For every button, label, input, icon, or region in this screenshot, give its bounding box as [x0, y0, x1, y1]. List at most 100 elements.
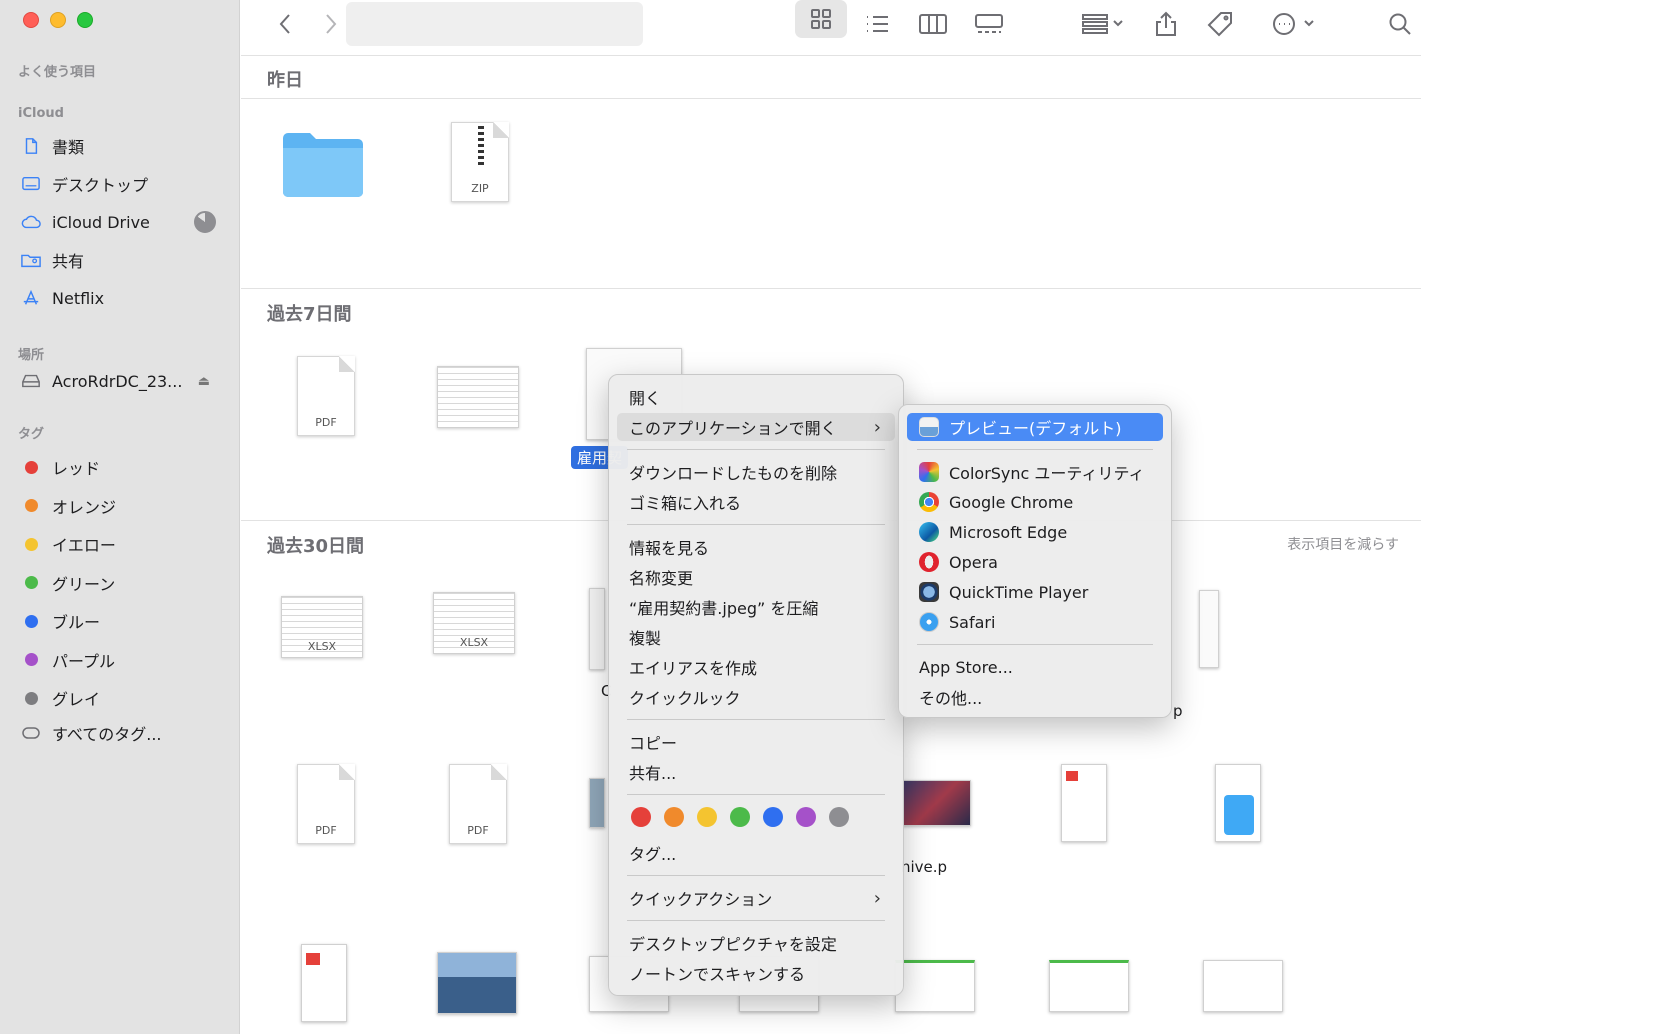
partial-thumbnail[interactable] [589, 588, 605, 670]
chrome-app-icon [919, 492, 939, 512]
submenu-item-colorsync[interactable]: ColorSync ユーティリティ [907, 458, 1163, 486]
submenu-item-opera[interactable]: Opera [907, 548, 1163, 576]
xlsx-thumbnail: XLSX [281, 596, 363, 658]
tag-color-swatch[interactable] [829, 807, 849, 827]
sidebar-item-tag[interactable]: グレイ [18, 683, 228, 713]
menu-item-quick-look[interactable]: クイックルック [617, 683, 895, 711]
sidebar-item-tag[interactable]: オレンジ [18, 491, 228, 521]
sidebar-item-netflix[interactable]: Netflix [18, 283, 228, 313]
menu-item-tags[interactable]: タグ... [617, 839, 895, 867]
tag-button[interactable] [1205, 8, 1235, 40]
partial-image-thumbnail[interactable] [589, 778, 605, 828]
sidebar-item-icloud-drive[interactable]: iCloud Drive [18, 207, 228, 237]
menu-item-move-to-trash[interactable]: ゴミ箱に入れる [617, 488, 895, 516]
close-window-button[interactable] [23, 12, 39, 28]
chevron-right-icon: › [873, 416, 881, 438]
sidebar: よく使う項目 iCloud 書類 デスクトップ iCloud Drive 共有 … [0, 0, 240, 1034]
context-menu: 開く このアプリケーションで開く › ダウンロードしたものを削除 ゴミ箱に入れる… [608, 374, 904, 996]
pdf-file-item[interactable]: PDF [291, 764, 361, 850]
sidebar-item-tag[interactable]: レッド [18, 452, 228, 482]
eject-icon[interactable]: ⏏ [198, 374, 210, 389]
submenu-item-quicktime[interactable]: QuickTime Player [907, 578, 1163, 606]
icon-view-button[interactable] [795, 0, 847, 38]
document-thumbnail[interactable] [1203, 960, 1283, 1012]
open-with-submenu: プレビュー(デフォルト) ColorSync ユーティリティ Google Ch… [898, 404, 1172, 718]
menu-item-label: このアプリケーションで開く [629, 419, 837, 438]
spreadsheet-thumbnail[interactable] [895, 960, 975, 1012]
submenu-item-edge[interactable]: Microsoft Edge [907, 518, 1163, 546]
submenu-item-preview[interactable]: プレビュー(デフォルト) [907, 413, 1163, 441]
tag-color-swatch[interactable] [763, 807, 783, 827]
search-button[interactable] [1385, 8, 1415, 40]
menu-item-open[interactable]: 開く [617, 383, 895, 411]
sidebar-item-desktop[interactable]: デスクトップ [18, 169, 228, 199]
sidebar-item-tag[interactable]: パープル [18, 645, 228, 675]
menu-item-label: Microsoft Edge [949, 522, 1068, 542]
group-grid-icon [1082, 14, 1123, 34]
menu-item-label: Safari [949, 612, 996, 632]
forward-button[interactable] [317, 8, 345, 40]
sidebar-item-tag[interactable]: イエロー [18, 529, 228, 559]
spreadsheet-thumbnail[interactable] [1049, 960, 1129, 1012]
tag-color-dot-icon [18, 496, 44, 516]
menu-item-make-alias[interactable]: エイリアスを作成 [617, 653, 895, 681]
minimize-window-button[interactable] [50, 12, 66, 28]
document-thumbnail[interactable] [1061, 764, 1107, 842]
menu-item-copy[interactable]: コピー [617, 728, 895, 756]
menu-item-duplicate[interactable]: 複製 [617, 623, 895, 651]
zip-file-item[interactable]: ZIP [445, 122, 515, 208]
more-actions-button[interactable] [1269, 8, 1321, 40]
document-thumbnail[interactable] [301, 944, 347, 1022]
tag-color-swatch[interactable] [697, 807, 717, 827]
sidebar-item-label: 共有 [52, 252, 85, 271]
submenu-item-safari[interactable]: Safari [907, 608, 1163, 636]
tag-color-swatch[interactable] [796, 807, 816, 827]
gallery-view-button[interactable] [971, 8, 1007, 40]
list-view-button[interactable] [859, 8, 895, 40]
menu-item-quick-actions[interactable]: クイックアクション › [617, 884, 895, 912]
menu-item-set-desktop-picture[interactable]: デスクトップピクチャを設定 [617, 929, 895, 957]
sidebar-item-documents[interactable]: 書類 [18, 131, 228, 161]
group-by-button[interactable] [1077, 8, 1129, 40]
back-button[interactable] [271, 8, 299, 40]
app-screenshot-thumbnail[interactable] [1215, 764, 1261, 842]
pdf-file-item[interactable]: PDF [291, 356, 361, 442]
xlsx-file-item[interactable]: XLSX [281, 596, 371, 682]
spreadsheet-file-item[interactable] [437, 366, 523, 452]
sidebar-item-tag[interactable]: ブルー [18, 606, 228, 636]
submenu-item-other[interactable]: その他... [907, 683, 1163, 711]
zoom-window-button[interactable] [77, 12, 93, 28]
folder-item[interactable] [281, 128, 371, 214]
menu-item-share[interactable]: 共有... [617, 758, 895, 786]
sidebar-item-acrordrdc[interactable]: AcroRdrDC_23... ⏏ [18, 366, 228, 396]
submenu-item-app-store[interactable]: App Store... [907, 653, 1163, 681]
menu-item-rename[interactable]: 名称変更 [617, 563, 895, 591]
submenu-item-chrome[interactable]: Google Chrome [907, 488, 1163, 516]
sidebar-item-shared[interactable]: 共有 [18, 245, 228, 275]
tags-section-label: タグ [18, 427, 45, 442]
menu-item-open-with[interactable]: このアプリケーションで開く › [617, 413, 895, 441]
show-less-link[interactable]: 表示項目を減らす [1287, 534, 1399, 554]
sidebar-item-all-tags[interactable]: すべてのタグ... [18, 718, 228, 748]
share-button[interactable] [1151, 8, 1181, 40]
menu-item-label: Google Chrome [949, 492, 1074, 512]
tag-color-picker [631, 807, 849, 827]
xlsx-file-item[interactable]: XLSX [433, 592, 523, 678]
menu-item-get-info[interactable]: 情報を見る [617, 533, 895, 561]
image-thumbnail[interactable] [901, 780, 971, 826]
pdf-file-item[interactable]: PDF [443, 764, 513, 850]
tall-document-thumbnail[interactable] [1199, 590, 1219, 668]
sidebar-item-tag[interactable]: グリーン [18, 568, 228, 598]
menu-item-norton-scan[interactable]: ノートンでスキャンする [617, 959, 895, 987]
menu-item-compress[interactable]: “雇用契約書.jpeg” を圧縮 [617, 593, 895, 621]
sidebar-item-label: AcroRdrDC_23... [52, 371, 183, 391]
sidebar-item-label: ブルー [52, 613, 101, 632]
tag-color-swatch[interactable] [664, 807, 684, 827]
menu-item-delete-download[interactable]: ダウンロードしたものを削除 [617, 458, 895, 486]
tag-color-swatch[interactable] [730, 807, 750, 827]
divider [241, 288, 1421, 289]
menu-divider [627, 920, 885, 921]
column-view-button[interactable] [915, 8, 951, 40]
image-thumbnail[interactable] [437, 952, 517, 1014]
tag-color-swatch[interactable] [631, 807, 651, 827]
